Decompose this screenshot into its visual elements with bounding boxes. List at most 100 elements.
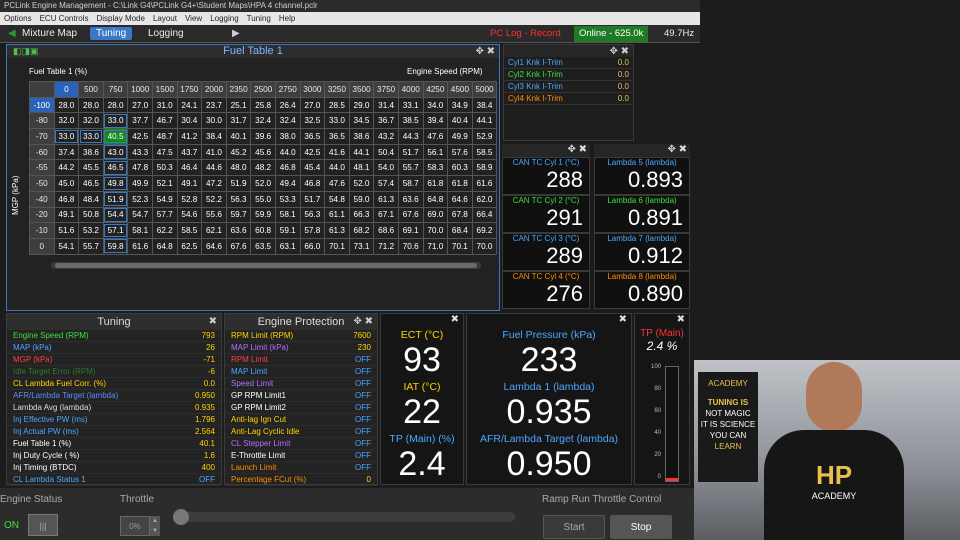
fuel-cell[interactable]: 44.0: [274, 143, 301, 161]
fuel-cell[interactable]: 49.4: [274, 175, 301, 192]
fuel-cell[interactable]: 37.4: [53, 143, 80, 161]
fuel-cell[interactable]: 48.0: [225, 159, 252, 177]
fuel-cell[interactable]: 68.6: [373, 222, 399, 239]
protect-row[interactable]: Percentage FCut (%) 0: [225, 474, 377, 486]
fuel-cell[interactable]: 47.6: [324, 175, 350, 192]
mgp-axis-cell[interactable]: -100: [29, 96, 55, 114]
fuel-cell[interactable]: 36.7: [373, 112, 399, 130]
fuel-cell[interactable]: 50.3: [151, 159, 178, 177]
fuel-cell[interactable]: 67.6: [397, 206, 424, 224]
rpm-axis-cell[interactable]: 1750: [176, 81, 203, 98]
protect-row[interactable]: E-Throttle Limit OFF: [225, 450, 377, 462]
fuel-cell[interactable]: 40.5: [102, 128, 129, 145]
fuel-cell[interactable]: 67.8: [447, 206, 473, 224]
fuel-cell[interactable]: 31.7: [225, 112, 252, 130]
rpm-axis-cell[interactable]: 500: [78, 81, 104, 98]
close-icon[interactable]: ✥ ✖: [475, 45, 495, 58]
fuel-cell[interactable]: 47.6: [422, 128, 449, 145]
tab-tuning[interactable]: Tuning: [90, 27, 133, 40]
start-button[interactable]: Start: [543, 515, 605, 539]
fuel-cell[interactable]: 61.3: [324, 222, 350, 239]
close-icon[interactable]: ✥ ✖: [502, 144, 590, 157]
fuel-cell[interactable]: 63.5: [250, 237, 276, 255]
fuel-cell[interactable]: 54.4: [102, 206, 129, 224]
fuel-cell[interactable]: 71.0: [422, 237, 449, 255]
fuel-cell[interactable]: 66.0: [299, 237, 326, 255]
fuel-cell[interactable]: 54.6: [176, 206, 203, 224]
fuel-cell[interactable]: 61.8: [447, 175, 473, 192]
tuning-row[interactable]: Lambda Avg (lambda) 0.935: [7, 402, 221, 414]
scrollbar-thumb[interactable]: [55, 263, 477, 268]
table-tools-icon[interactable]: ◧◨▣: [13, 45, 39, 58]
rpm-axis-cell[interactable]: 2350: [225, 81, 252, 98]
fuel-cell[interactable]: 41.0: [201, 143, 227, 161]
fuel-cell[interactable]: 54.8: [324, 190, 350, 208]
close-icon[interactable]: ✥ ✖: [594, 144, 690, 157]
fuel-cell[interactable]: 53.2: [78, 222, 104, 239]
fuel-cell[interactable]: 59.1: [274, 222, 301, 239]
close-icon[interactable]: ✖: [381, 314, 463, 328]
fuel-cell[interactable]: 57.6: [447, 143, 473, 161]
fuel-cell[interactable]: 70.0: [471, 237, 498, 255]
fuel-table-grid[interactable]: 0 500 750 1000 1500 1750 2000 2350 2500 2750 3000 3…: [29, 81, 498, 255]
fuel-cell[interactable]: 30.0: [201, 112, 227, 130]
tuning-row[interactable]: AFR/Lambda Target (lambda) 0.950: [7, 390, 221, 402]
fuel-cell[interactable]: 24.1: [176, 96, 203, 114]
menu-view[interactable]: View: [181, 12, 206, 25]
fuel-cell[interactable]: 58.7: [397, 175, 424, 192]
fuel-cell[interactable]: 45.6: [250, 143, 276, 161]
fuel-cell[interactable]: 70.1: [324, 237, 350, 255]
fuel-cell[interactable]: 32.4: [274, 112, 301, 130]
rpm-axis-cell[interactable]: 4000: [397, 81, 424, 98]
fuel-cell[interactable]: 48.2: [250, 159, 276, 177]
fuel-cell[interactable]: 59.7: [225, 206, 252, 224]
fuel-cell[interactable]: 52.2: [201, 190, 227, 208]
fuel-cell[interactable]: 36.5: [324, 128, 350, 145]
protect-row[interactable]: Anti-Lag Cyclic Idle OFF: [225, 426, 377, 438]
fuel-cell[interactable]: 49.9: [447, 128, 473, 145]
fuel-cell[interactable]: 61.3: [373, 190, 399, 208]
fuel-cell[interactable]: 28.0: [78, 96, 104, 114]
mgp-axis-cell[interactable]: -40: [29, 190, 55, 208]
fuel-cell[interactable]: 25.1: [225, 96, 252, 114]
close-icon[interactable]: ✥ ✖: [353, 314, 373, 330]
fuel-cell[interactable]: 33.0: [53, 128, 80, 145]
fuel-cell[interactable]: 61.1: [324, 206, 350, 224]
rpm-axis-cell[interactable]: 5000: [471, 81, 498, 98]
menu-logging[interactable]: Logging: [206, 12, 242, 25]
fuel-cell[interactable]: 44.6: [201, 159, 227, 177]
fuel-cell[interactable]: 52.3: [127, 190, 153, 208]
slider-handle[interactable]: [173, 509, 189, 525]
fuel-cell[interactable]: 58.3: [422, 159, 449, 177]
fuel-cell[interactable]: 39.4: [422, 112, 449, 130]
throttle-percent-input[interactable]: 0%: [120, 516, 150, 536]
tuning-row[interactable]: Inj Duty Cycle ( %) 1.6: [7, 450, 221, 462]
fuel-cell[interactable]: 44.0: [324, 159, 350, 177]
fuel-cell[interactable]: 40.1: [225, 128, 252, 145]
fuel-cell[interactable]: 50.8: [78, 206, 104, 224]
fuel-cell[interactable]: 63.6: [225, 222, 252, 239]
menu-layout[interactable]: Layout: [149, 12, 181, 25]
fuel-cell[interactable]: 51.7: [397, 143, 424, 161]
fuel-cell[interactable]: 32.5: [299, 112, 326, 130]
fuel-cell[interactable]: 66.3: [348, 206, 375, 224]
fuel-cell[interactable]: 46.8: [274, 159, 301, 177]
horizontal-scrollbar[interactable]: [51, 262, 481, 269]
fuel-cell[interactable]: 47.5: [151, 143, 178, 161]
fuel-cell[interactable]: 42.5: [127, 128, 153, 145]
fuel-cell[interactable]: 52.9: [471, 128, 498, 145]
fuel-cell[interactable]: 52.8: [176, 190, 203, 208]
fuel-cell[interactable]: 51.9: [225, 175, 252, 192]
fuel-cell[interactable]: 58.1: [127, 222, 153, 239]
menu-tuning[interactable]: Tuning: [243, 12, 275, 25]
fuel-cell[interactable]: 59.9: [250, 206, 276, 224]
fuel-cell[interactable]: 49.8: [102, 175, 129, 192]
fuel-cell[interactable]: 69.0: [422, 206, 449, 224]
fuel-cell[interactable]: 50.4: [373, 143, 399, 161]
protect-row[interactable]: GP RPM Limit1 OFF: [225, 390, 377, 402]
fuel-cell[interactable]: 27.0: [127, 96, 153, 114]
fuel-cell[interactable]: 29.0: [348, 96, 375, 114]
fuel-cell[interactable]: 56.3: [299, 206, 326, 224]
fuel-cell[interactable]: 37.7: [127, 112, 153, 130]
fuel-cell[interactable]: 57.8: [299, 222, 326, 239]
